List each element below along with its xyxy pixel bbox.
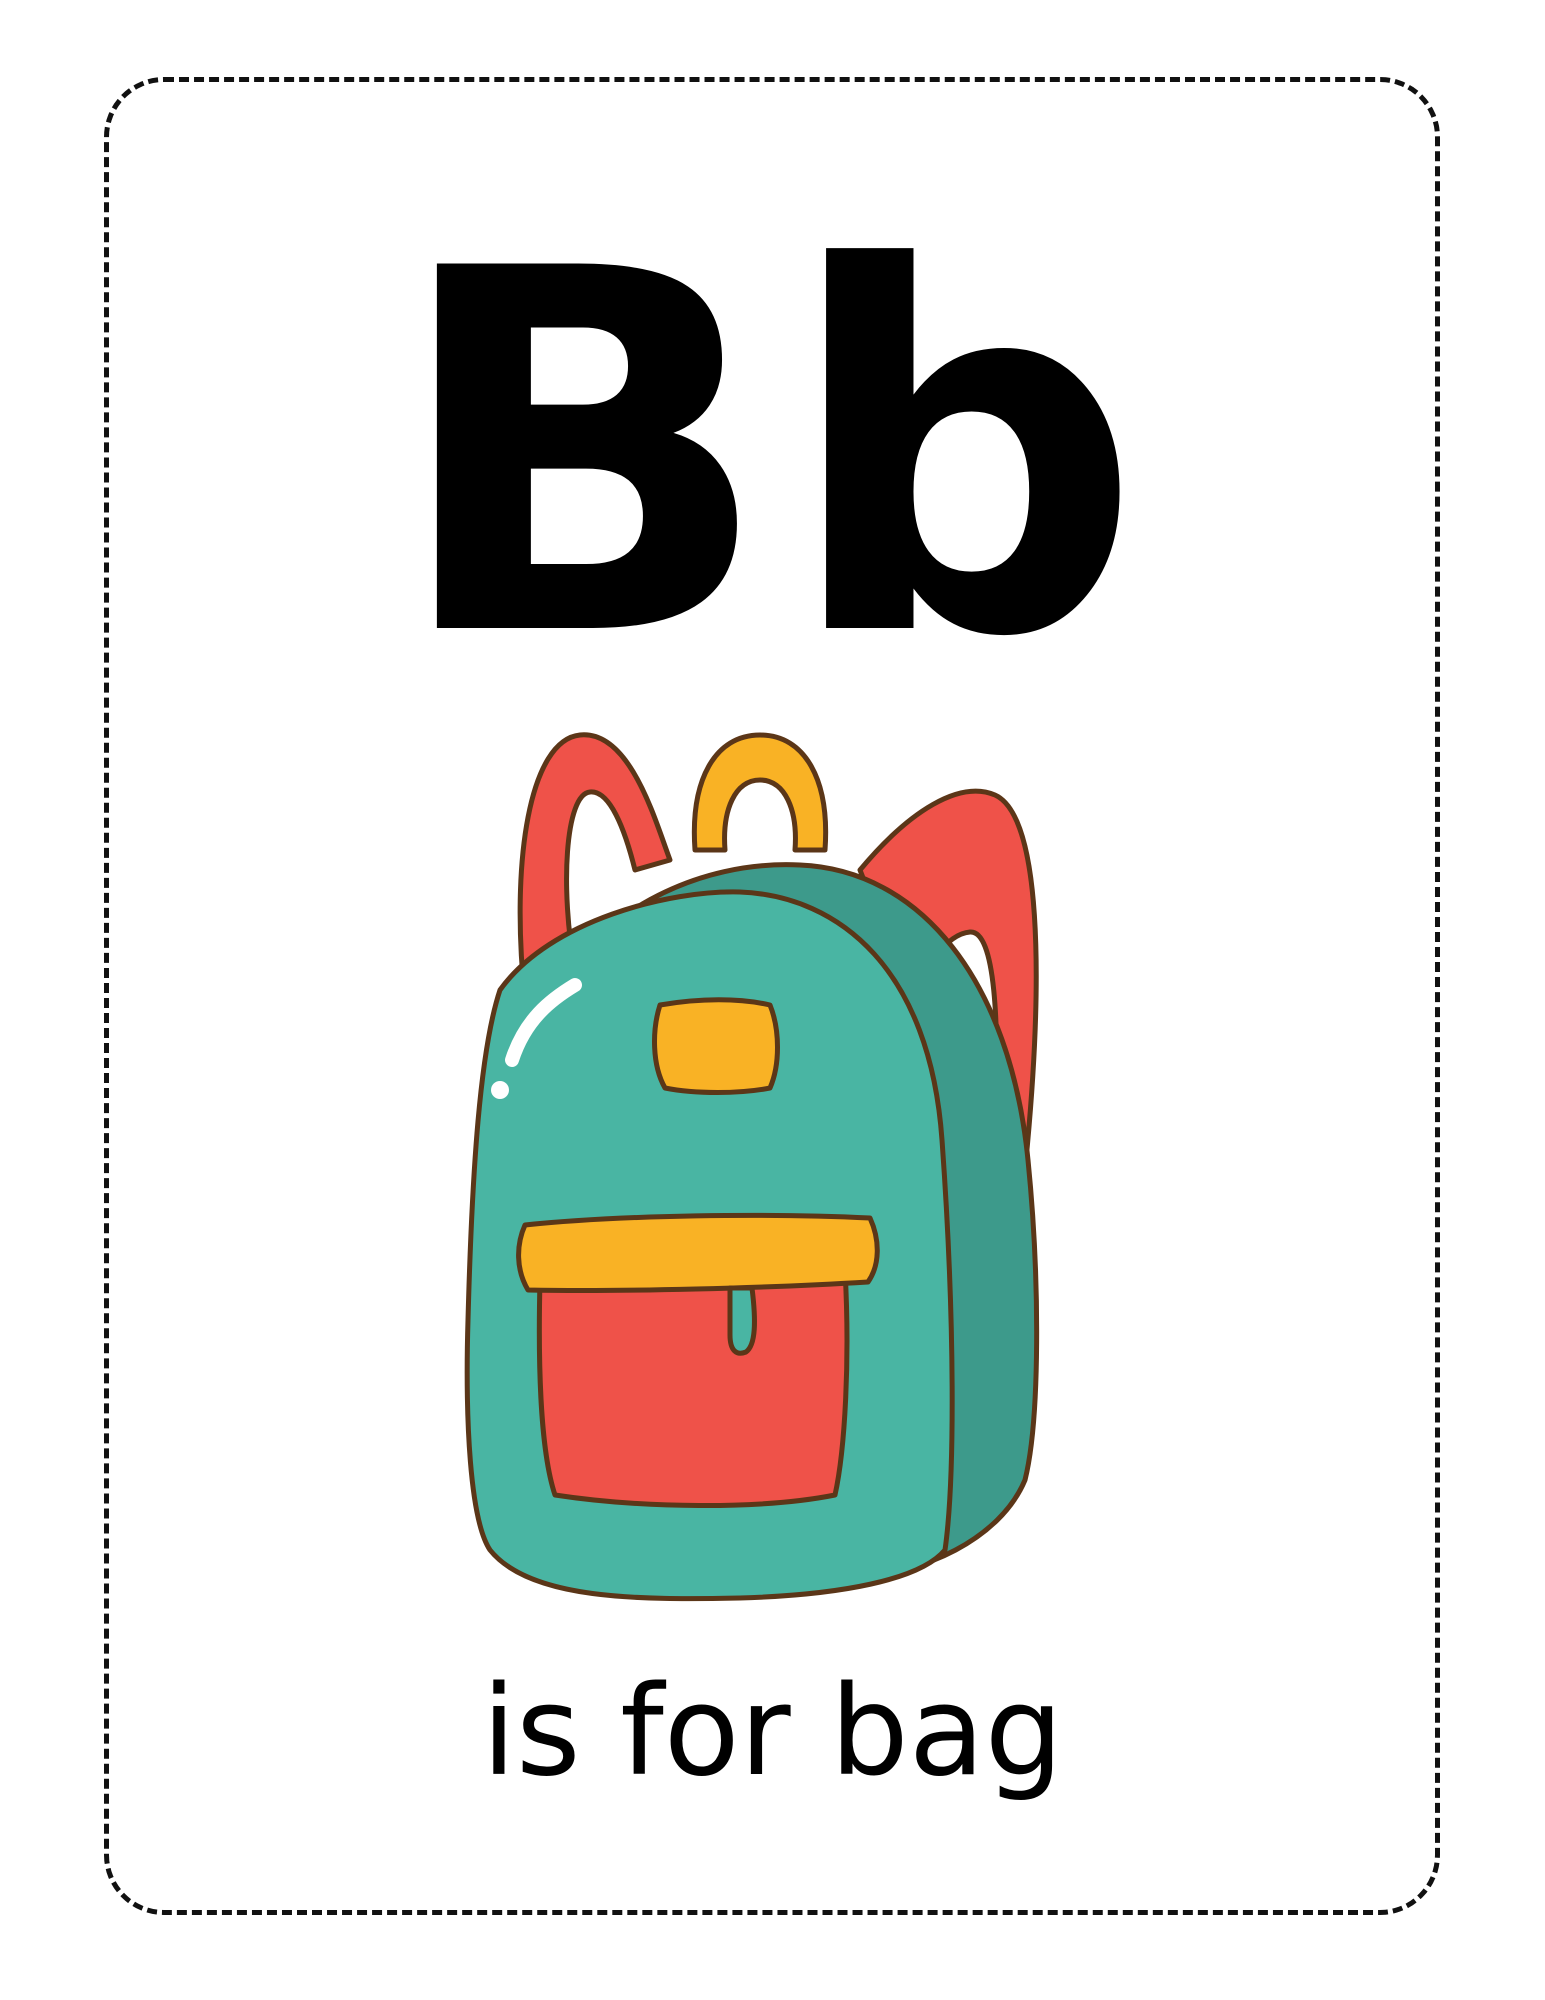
backpack-icon: [464, 732, 1040, 1602]
shine-dot: [491, 1081, 509, 1099]
top-pocket: [652, 997, 780, 1095]
zipper-pull: [727, 1285, 757, 1356]
backpack-illustration: [440, 720, 1160, 1640]
top-handle: [691, 732, 829, 853]
pocket-flap: [516, 1212, 880, 1294]
caption-text: is for bag: [481, 1660, 1064, 1804]
letter-heading: Bb: [390, 164, 1154, 746]
front-pocket: [536, 1267, 850, 1509]
